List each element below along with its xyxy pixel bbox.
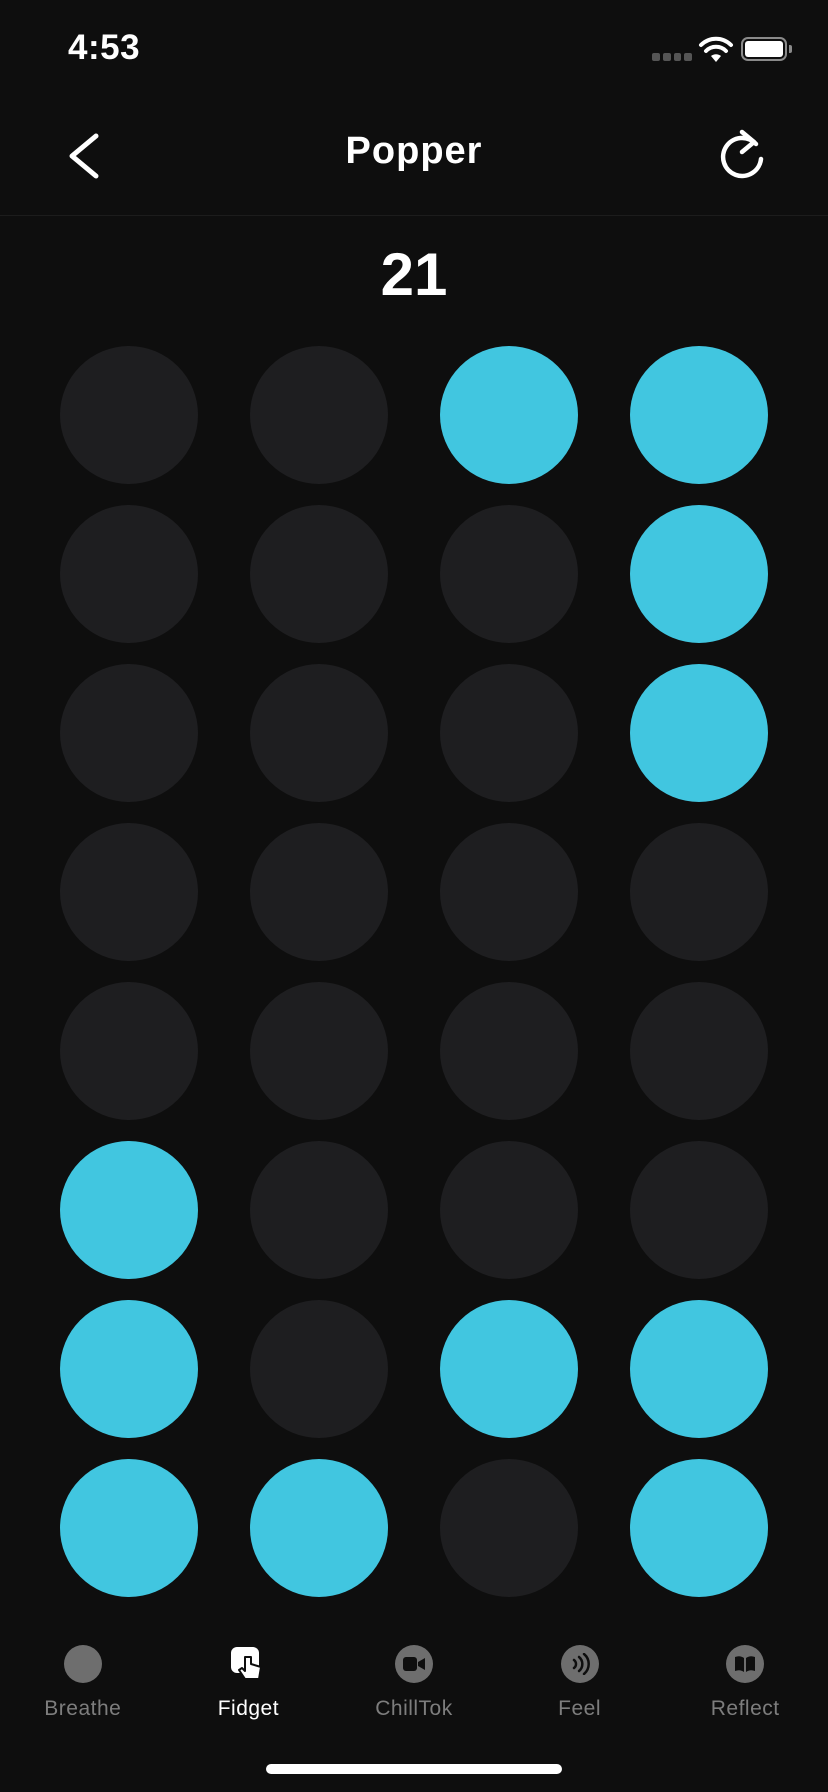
tab-fidget[interactable]: Fidget	[166, 1635, 332, 1735]
tab-bar: Breathe Fidget ChillTok Feel Reflect	[0, 1635, 828, 1735]
bubble-popped[interactable]	[630, 664, 768, 802]
bubble[interactable]	[440, 1459, 578, 1597]
bubble[interactable]	[60, 505, 198, 643]
bubble[interactable]	[440, 982, 578, 1120]
status-bar: 4:53	[0, 0, 828, 100]
tab-chilltok[interactable]: ChillTok	[331, 1635, 497, 1735]
tab-label: Reflect	[710, 1697, 780, 1720]
bubble[interactable]	[630, 823, 768, 961]
bubble[interactable]	[630, 982, 768, 1120]
bubble[interactable]	[250, 1141, 388, 1279]
bubble-popped[interactable]	[60, 1459, 198, 1597]
bubble-grid	[60, 346, 768, 1597]
hand-pointer-icon	[229, 1645, 267, 1683]
open-book-icon	[726, 1645, 765, 1683]
tab-reflect[interactable]: Reflect	[662, 1635, 828, 1735]
bubble[interactable]	[250, 823, 388, 961]
home-indicator	[266, 1764, 562, 1774]
battery-cap	[789, 45, 792, 53]
refresh-icon[interactable]	[712, 126, 772, 186]
bubble[interactable]	[60, 982, 198, 1120]
battery-icon	[741, 37, 787, 61]
bubble-popped[interactable]	[440, 346, 578, 484]
header: Popper	[0, 100, 828, 216]
bubble-popped[interactable]	[630, 346, 768, 484]
bubble[interactable]	[250, 505, 388, 643]
status-time: 4:53	[68, 28, 141, 67]
bubble[interactable]	[440, 1141, 578, 1279]
bubble[interactable]	[440, 505, 578, 643]
pop-counter: 21	[380, 241, 448, 308]
tab-label: ChillTok	[375, 1697, 453, 1720]
bubble-popped[interactable]	[630, 1300, 768, 1438]
tab-label: Feel	[558, 1697, 601, 1720]
bubble[interactable]	[630, 1141, 768, 1279]
page-title: Popper	[345, 130, 483, 172]
bubble[interactable]	[250, 346, 388, 484]
bubble[interactable]	[440, 664, 578, 802]
cellular-signal-icon	[652, 53, 692, 61]
bubble[interactable]	[60, 823, 198, 961]
wifi-icon	[699, 36, 733, 62]
bubble[interactable]	[250, 1300, 388, 1438]
tab-breathe[interactable]: Breathe	[0, 1635, 166, 1735]
tab-feel[interactable]: Feel	[497, 1635, 663, 1735]
bubble-popped[interactable]	[250, 1459, 388, 1597]
bubble-popped[interactable]	[630, 505, 768, 643]
bubble[interactable]	[60, 346, 198, 484]
bubble-popped[interactable]	[60, 1141, 198, 1279]
bubble[interactable]	[60, 664, 198, 802]
bubble[interactable]	[250, 664, 388, 802]
circle-icon	[63, 1645, 102, 1683]
tab-label: Breathe	[44, 1697, 122, 1720]
video-camera-icon	[394, 1645, 433, 1683]
bubble-popped[interactable]	[630, 1459, 768, 1597]
bubble[interactable]	[250, 982, 388, 1120]
bubble-popped[interactable]	[440, 1300, 578, 1438]
bubble-popped[interactable]	[60, 1300, 198, 1438]
sound-waves-icon	[560, 1645, 599, 1683]
tab-label: Fidget	[217, 1697, 280, 1720]
bubble[interactable]	[440, 823, 578, 961]
